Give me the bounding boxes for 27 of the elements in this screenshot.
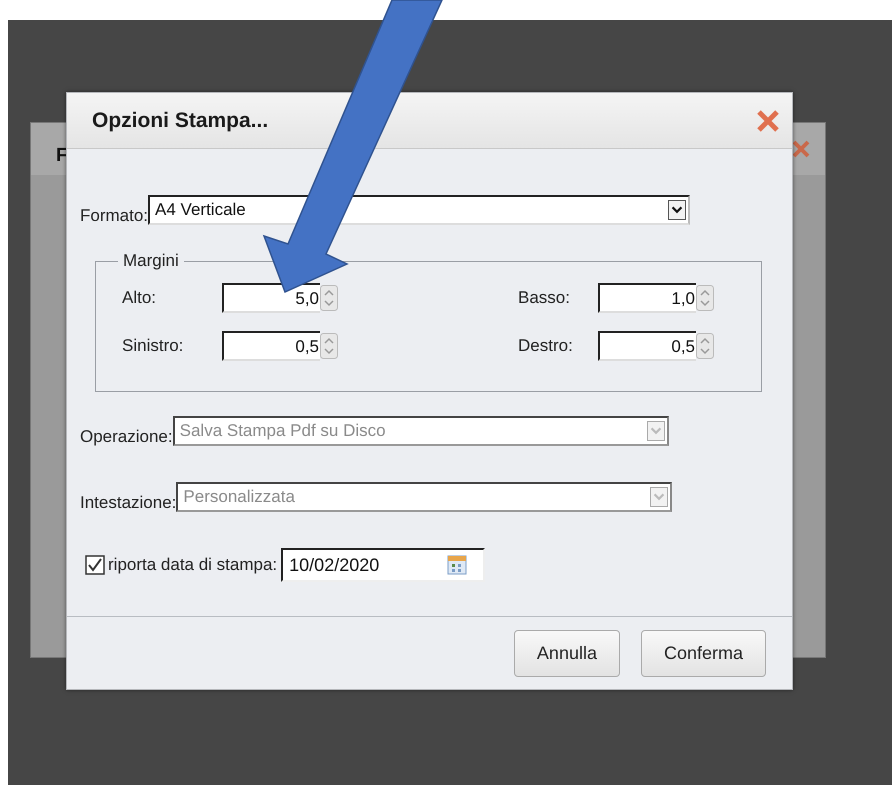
dialog-title: Opzioni Stampa... [92,108,268,132]
dialog-button[interactable]: Conferma [640,630,766,676]
group-legend: Margini [118,251,184,271]
spinner-icon[interactable] [320,333,338,359]
format-select[interactable]: A4 Verticale [148,195,690,225]
field-label: Basso: [518,288,571,308]
spinner-icon[interactable] [696,285,714,311]
checkbox[interactable] [85,555,105,575]
field-label: Destro: [518,336,574,356]
dialog-button[interactable]: Annulla [514,630,620,676]
number-field[interactable]: 5,0 [222,283,320,313]
number-field[interactable]: 0,5 [598,331,696,361]
field-label: Intestazione: [80,493,176,514]
spinner-icon[interactable] [696,333,714,359]
field-label: Sinistro: [122,336,184,356]
number-field[interactable]: 0,5 [222,331,320,361]
calendar-icon[interactable] [447,555,468,575]
checkbox-label: riporta data di stampa: [108,554,278,576]
close-icon[interactable] [756,108,780,132]
close-icon[interactable] [791,139,811,159]
window-title: F [56,145,68,167]
spinner-icon[interactable] [320,285,338,311]
field-label: Operazione: [80,427,173,448]
field-label: Formato: [80,206,148,227]
field-label: Alto: [122,288,158,308]
date-field[interactable]: 10/02/2020 [281,548,486,582]
number-field[interactable]: 1,0 [598,283,696,313]
